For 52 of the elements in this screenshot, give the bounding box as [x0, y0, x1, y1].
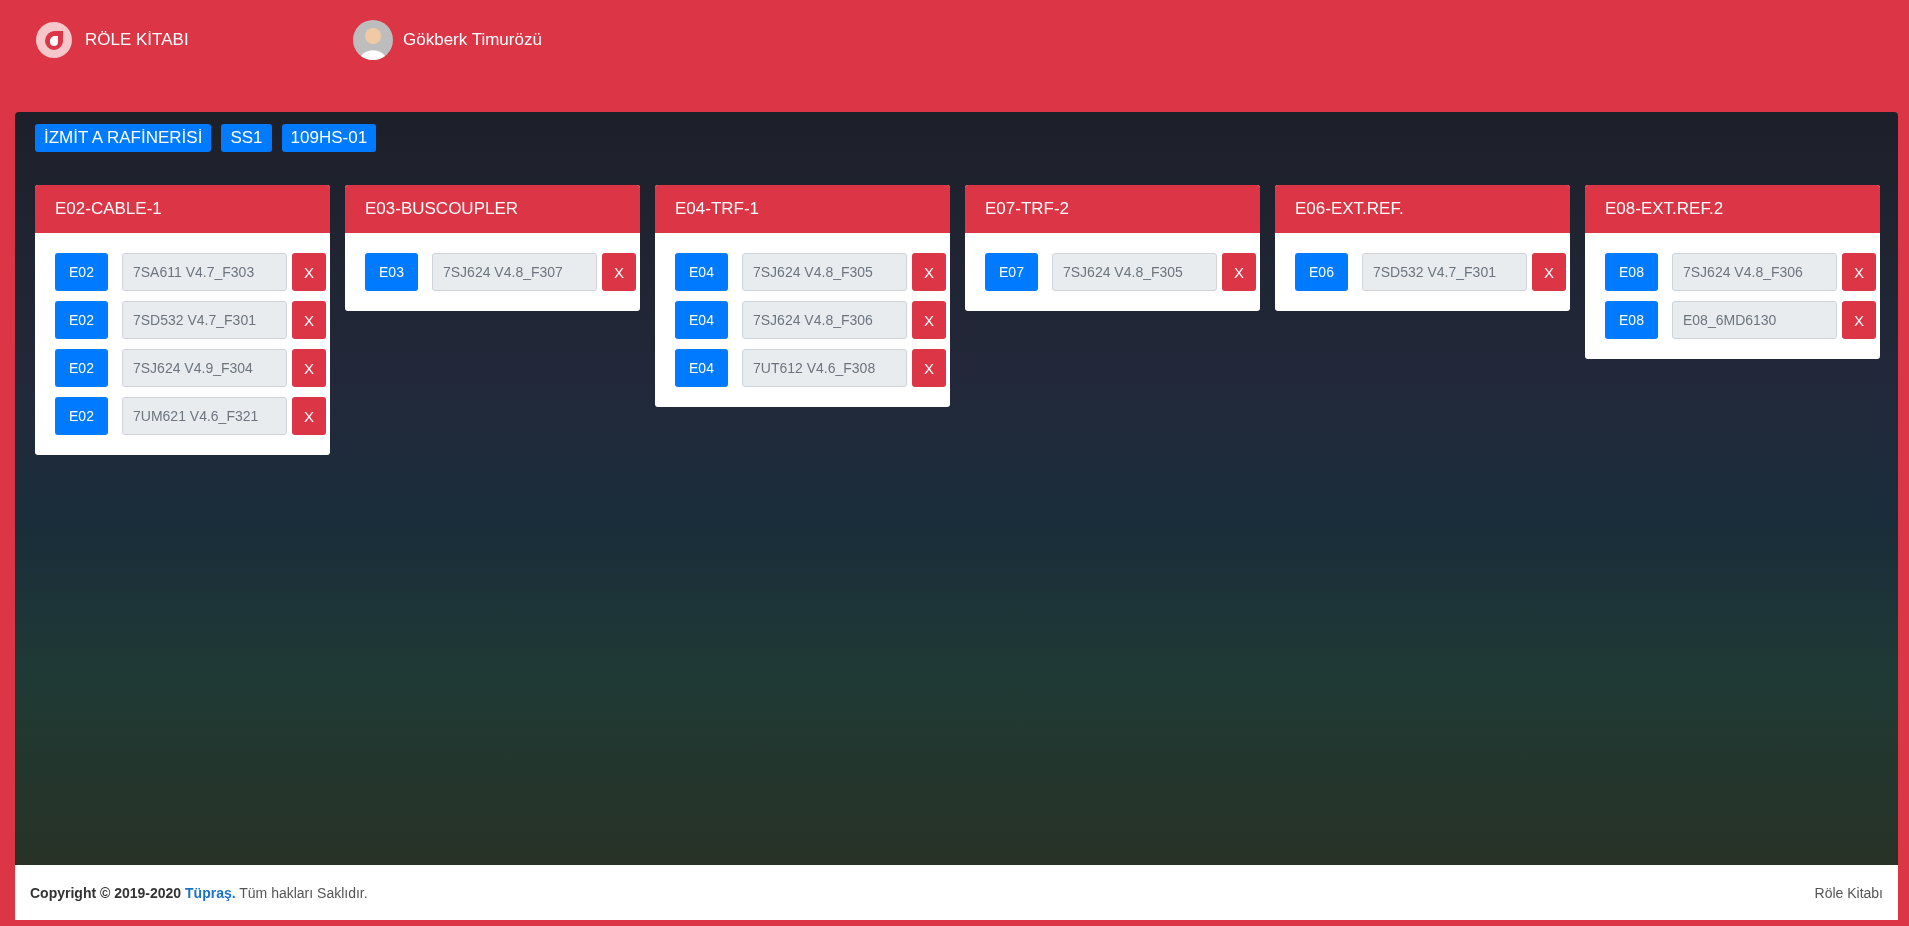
device-field[interactable]: 7SD532 V4.7_F301	[1362, 253, 1527, 291]
logo-icon	[35, 21, 73, 59]
panel-title: E07-TRF-2	[965, 185, 1260, 233]
device-field[interactable]: 7SJ624 V4.8_F305	[1052, 253, 1217, 291]
code-button[interactable]: E04	[675, 349, 728, 387]
remove-button[interactable]: X	[1532, 253, 1566, 291]
avatar-icon	[353, 20, 393, 60]
panel-title: E08-EXT.REF.2	[1585, 185, 1880, 233]
panel-title: E03-BUSCOUPLER	[345, 185, 640, 233]
code-button[interactable]: E08	[1605, 301, 1658, 339]
remove-button[interactable]: X	[912, 301, 946, 339]
code-button[interactable]: E02	[55, 397, 108, 435]
remove-button[interactable]: X	[292, 397, 326, 435]
remove-button[interactable]: X	[292, 349, 326, 387]
device-field[interactable]: 7SJ624 V4.8_F306	[742, 301, 907, 339]
location-tag[interactable]: 109HS-01	[281, 124, 377, 152]
device-field[interactable]: 7UT612 V4.6_F308	[742, 349, 907, 387]
device-field[interactable]: 7SA611 V4.7_F303	[122, 253, 287, 291]
location-tag[interactable]: İZMİT A RAFİNERİSİ	[35, 124, 212, 152]
code-button[interactable]: E03	[365, 253, 418, 291]
remove-button[interactable]: X	[1842, 301, 1876, 339]
user-name[interactable]: Gökberk Timurözü	[403, 30, 542, 50]
location-tag[interactable]: SS1	[221, 124, 272, 152]
device-field[interactable]: 7SD532 V4.7_F301	[122, 301, 287, 339]
code-button[interactable]: E04	[675, 301, 728, 339]
company-link[interactable]: Tüpraş.	[185, 884, 236, 901]
device-field[interactable]: 7SJ624 V4.8_F307	[432, 253, 597, 291]
panel-title: E04-TRF-1	[655, 185, 950, 233]
remove-button[interactable]: X	[292, 301, 326, 339]
code-button[interactable]: E02	[55, 301, 108, 339]
panel-title: E06-EXT.REF.	[1275, 185, 1570, 233]
remove-button[interactable]: X	[912, 349, 946, 387]
device-field[interactable]: 7SJ624 V4.8_F306	[1672, 253, 1837, 291]
code-button[interactable]: E02	[55, 349, 108, 387]
device-field[interactable]: 7SJ624 V4.9_F304	[122, 349, 287, 387]
panel-title: E02-CABLE-1	[35, 185, 330, 233]
code-button[interactable]: E07	[985, 253, 1038, 291]
remove-button[interactable]: X	[292, 253, 326, 291]
remove-button[interactable]: X	[1222, 253, 1256, 291]
remove-button[interactable]: X	[912, 253, 946, 291]
device-field[interactable]: 7SJ624 V4.8_F305	[742, 253, 907, 291]
footer-brand: Röle Kitabı	[1814, 884, 1883, 901]
remove-button[interactable]: X	[602, 253, 636, 291]
code-button[interactable]: E06	[1295, 253, 1348, 291]
code-button[interactable]: E02	[55, 253, 108, 291]
device-field[interactable]: E08_6MD6130	[1672, 301, 1837, 339]
remove-button[interactable]: X	[1842, 253, 1876, 291]
code-button[interactable]: E04	[675, 253, 728, 291]
copyright-text: Copyright © 2019-2020 Tüpraş. Tüm hakları Saklıdır.	[30, 884, 368, 901]
app-title[interactable]: RÖLE KİTABI	[85, 30, 189, 50]
code-button[interactable]: E08	[1605, 253, 1658, 291]
device-field[interactable]: 7UM621 V4.6_F321	[122, 397, 287, 435]
